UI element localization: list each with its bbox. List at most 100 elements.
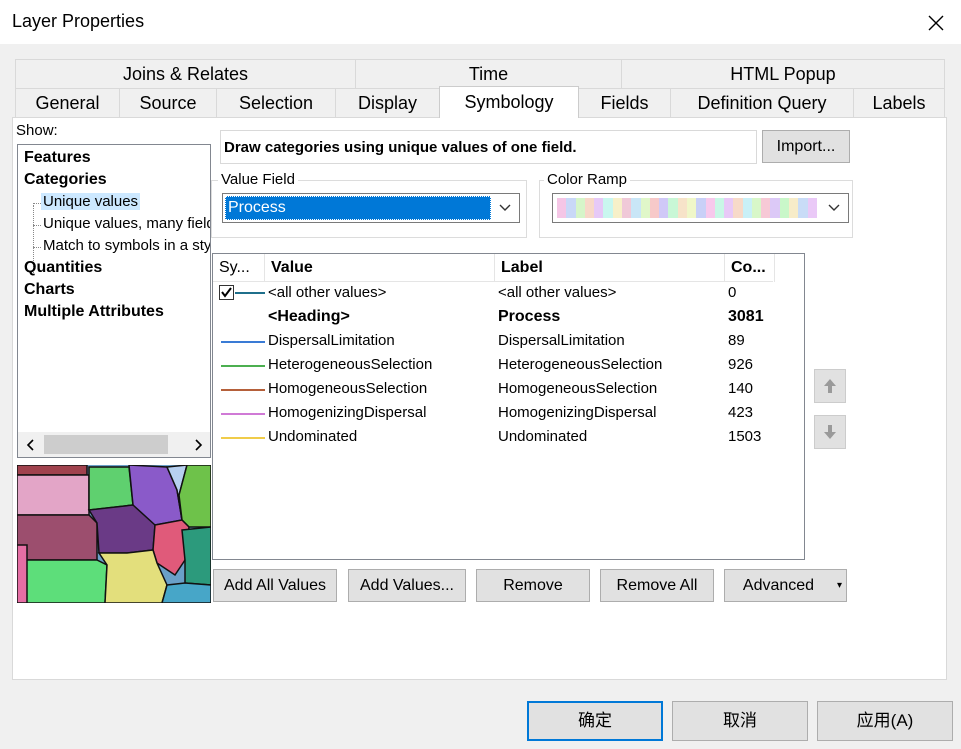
- color-ramp-swatch: [557, 198, 817, 218]
- import-button[interactable]: Import...: [762, 130, 850, 163]
- color-ramp-stop: [798, 198, 808, 218]
- remove-button[interactable]: Remove: [476, 569, 590, 602]
- row-value: <Heading>: [268, 308, 350, 325]
- tree-item-charts[interactable]: Charts: [24, 281, 75, 299]
- row-label: Process: [498, 308, 561, 325]
- window-title: Layer Properties: [12, 11, 145, 31]
- symbology-description: Draw categories using unique values of o…: [220, 130, 757, 164]
- scroll-right-button[interactable]: [185, 432, 210, 457]
- color-ramp-dropdown-button[interactable]: [822, 196, 846, 220]
- row-label: Undominated: [498, 428, 588, 445]
- value-field-dropdown-button[interactable]: [493, 196, 517, 220]
- all-other-values-checkbox[interactable]: [219, 285, 234, 300]
- color-ramp-stop: [742, 198, 752, 218]
- list-item[interactable]: <all other values> <all other values> 0: [213, 282, 803, 306]
- color-ramp-stop: [621, 198, 632, 218]
- title-bar: Layer Properties: [0, 0, 961, 45]
- scroll-left-button[interactable]: [18, 432, 43, 457]
- symbol-swatch-line[interactable]: [221, 365, 265, 367]
- symbol-swatch-line[interactable]: [221, 437, 265, 439]
- move-up-button[interactable]: [814, 369, 846, 403]
- tree-item-features[interactable]: Features: [24, 149, 91, 167]
- row-count: 89: [728, 332, 745, 349]
- row-value: HeterogeneousSelection: [268, 356, 433, 373]
- list-item[interactable]: HomogeneousSelection HomogeneousSelectio…: [213, 378, 803, 402]
- color-ramp-stop: [612, 198, 622, 218]
- column-header-symbol[interactable]: Sy...: [213, 254, 265, 282]
- ok-button[interactable]: 确定: [527, 701, 663, 741]
- tab-html-popup[interactable]: HTML Popup: [621, 59, 945, 88]
- symbol-swatch-line[interactable]: [235, 292, 265, 294]
- color-ramp-stop: [677, 198, 687, 218]
- chevron-right-icon: [194, 438, 202, 451]
- row-label: <all other values>: [498, 284, 617, 301]
- column-header-value[interactable]: Value: [265, 254, 495, 282]
- value-field-label: Value Field: [218, 171, 298, 188]
- row-count: 926: [728, 356, 754, 373]
- list-item[interactable]: HomogenizingDispersal HomogenizingDisper…: [213, 402, 803, 426]
- row-label: DispersalLimitation: [498, 332, 625, 349]
- row-value: DispersalLimitation: [268, 332, 395, 349]
- move-down-button[interactable]: [814, 415, 846, 449]
- tree-item-match-to-symbols[interactable]: Match to symbols in a style: [43, 237, 210, 254]
- tree-item-quantities[interactable]: Quantities: [24, 259, 102, 277]
- tab-display[interactable]: Display: [335, 88, 440, 117]
- color-ramp-stop: [594, 198, 604, 218]
- add-values-button[interactable]: Add Values...: [348, 569, 466, 602]
- list-item[interactable]: HeterogeneousSelection HeterogeneousSele…: [213, 354, 803, 378]
- cancel-button[interactable]: 取消: [672, 701, 808, 741]
- map-preview-image: [17, 465, 211, 603]
- row-label: HomogeneousSelection: [498, 380, 658, 397]
- color-ramp-stop: [668, 198, 678, 218]
- row-value: <all other values>: [268, 284, 387, 301]
- tab-joins-relates[interactable]: Joins & Relates: [15, 59, 356, 88]
- tab-labels[interactable]: Labels: [853, 88, 945, 117]
- list-item-heading[interactable]: <Heading> Process 3081: [213, 306, 803, 330]
- add-all-values-button[interactable]: Add All Values: [213, 569, 337, 602]
- color-ramp-stop: [584, 198, 595, 218]
- checkmark-icon: [221, 287, 232, 298]
- column-header-count[interactable]: Co...: [725, 254, 775, 282]
- color-ramp-stop: [761, 198, 771, 218]
- unique-values-list[interactable]: Sy... Value Label Co... <all other value…: [212, 253, 805, 560]
- color-ramp-select[interactable]: [552, 193, 849, 223]
- tab-definition-query[interactable]: Definition Query: [670, 88, 854, 117]
- apply-button[interactable]: 应用(A): [817, 701, 953, 741]
- column-header-label[interactable]: Label: [495, 254, 725, 282]
- tree-item-unique-values-many-fields[interactable]: Unique values, many fields: [43, 215, 210, 232]
- remove-all-button[interactable]: Remove All: [600, 569, 714, 602]
- scroll-thumb[interactable]: [44, 435, 168, 454]
- tree-branch: [33, 225, 41, 226]
- value-field-selected-value: Process: [225, 196, 491, 220]
- list-item[interactable]: DispersalLimitation DispersalLimitation …: [213, 330, 803, 354]
- chevron-down-icon: [499, 204, 511, 211]
- tree-item-multiple-attributes[interactable]: Multiple Attributes: [24, 303, 164, 321]
- color-ramp-stop: [789, 198, 799, 218]
- tab-symbology[interactable]: Symbology: [439, 86, 579, 118]
- color-ramp-stop: [557, 198, 567, 218]
- list-header: Sy... Value Label Co...: [213, 254, 775, 282]
- symbology-preview-map: [17, 465, 211, 603]
- color-ramp-stop: [751, 198, 762, 218]
- symbol-swatch-line[interactable]: [221, 413, 265, 415]
- color-ramp-stop: [733, 198, 743, 218]
- list-item[interactable]: Undominated Undominated 1503: [213, 426, 803, 450]
- symbol-swatch-line[interactable]: [221, 389, 265, 391]
- tab-time[interactable]: Time: [355, 59, 622, 88]
- tab-fields[interactable]: Fields: [578, 88, 671, 117]
- close-button[interactable]: [911, 0, 961, 45]
- tree-item-categories[interactable]: Categories: [24, 171, 107, 189]
- tree-horizontal-scrollbar[interactable]: [18, 432, 210, 457]
- tab-selection[interactable]: Selection: [216, 88, 336, 117]
- color-ramp-stop: [770, 198, 780, 218]
- row-count: 1503: [728, 428, 762, 445]
- tab-source[interactable]: Source: [119, 88, 217, 117]
- tab-general[interactable]: General: [15, 88, 120, 117]
- color-ramp-stop: [566, 198, 576, 218]
- symbology-panel: Show: Features Categories Unique values …: [12, 117, 947, 680]
- color-ramp-stop: [575, 198, 585, 218]
- value-field-select[interactable]: Process: [222, 193, 520, 223]
- tree-item-unique-values[interactable]: Unique values: [41, 193, 141, 210]
- symbol-swatch-line[interactable]: [221, 341, 265, 343]
- advanced-button[interactable]: Advanced ▾: [724, 569, 847, 602]
